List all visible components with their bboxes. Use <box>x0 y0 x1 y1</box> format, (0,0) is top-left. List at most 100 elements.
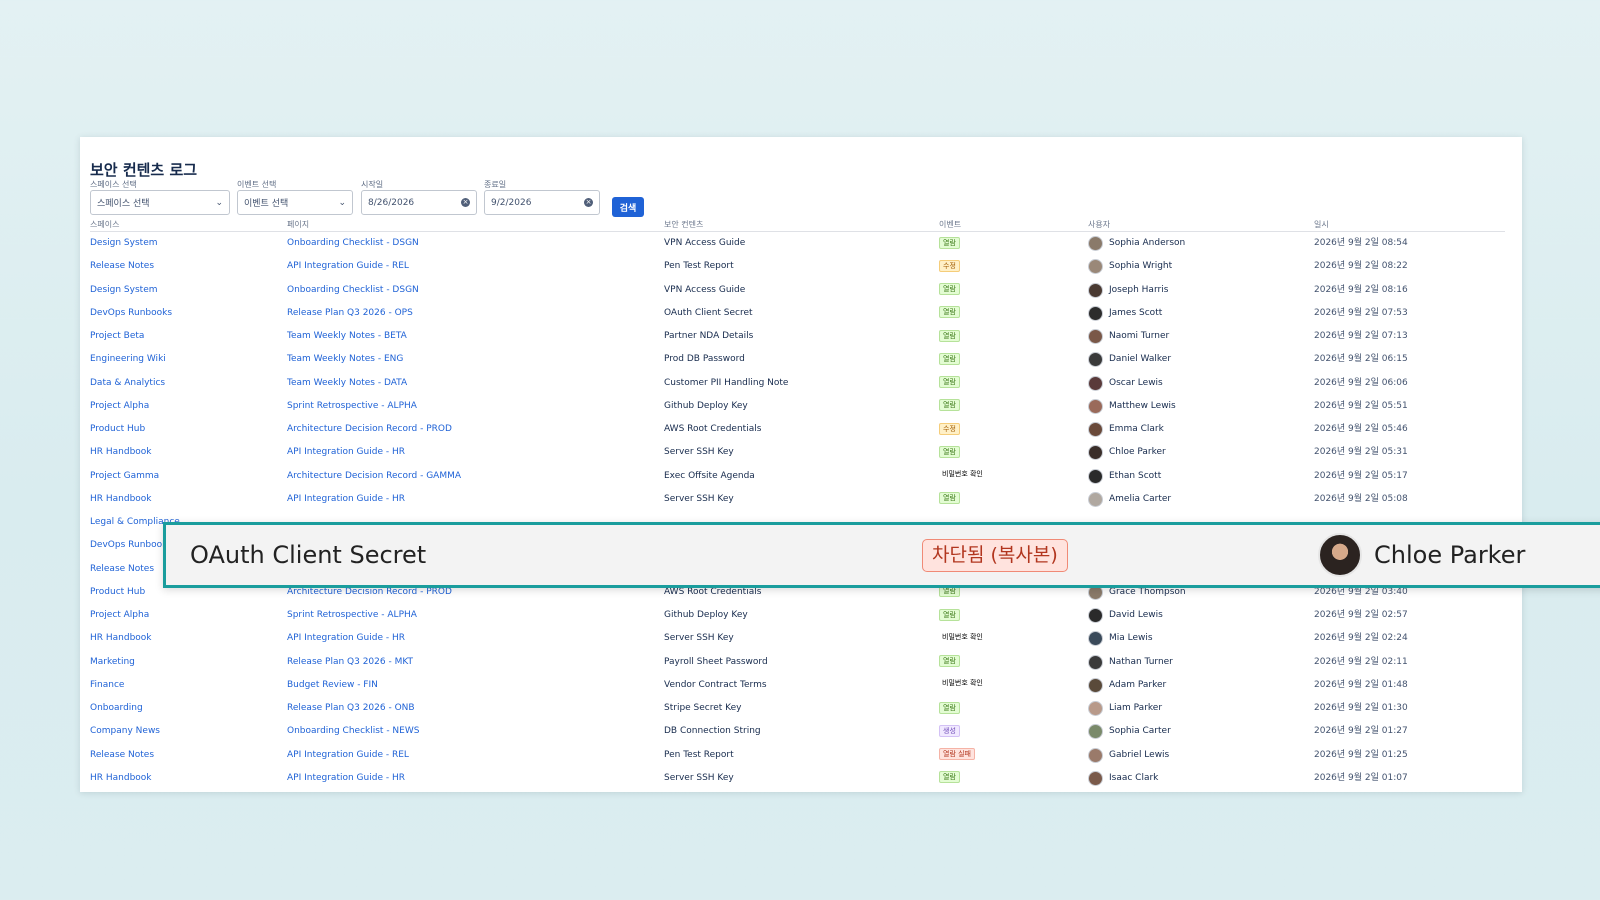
table-row[interactable]: Design System Onboarding Checklist - DSGN… <box>90 232 1505 255</box>
table-row[interactable]: HR Handbook API Integration Guide - HR Ser… <box>90 767 1505 790</box>
page-link[interactable]: Architecture Decision Record - GAMMA <box>287 465 461 488</box>
page-link[interactable]: Budget Review - FIN <box>287 674 378 697</box>
clear-icon[interactable]: × <box>584 198 593 207</box>
page-link[interactable]: Release Plan Q3 2026 - MKT <box>287 651 413 674</box>
table-row[interactable]: Release Notes API Integration Guide - REL… <box>90 744 1505 767</box>
clear-icon[interactable]: × <box>461 198 470 207</box>
page-link[interactable]: Release Plan Q3 2026 - ONB <box>287 697 415 720</box>
table-row[interactable]: Project Beta Team Weekly Notes - BETA Part… <box>90 325 1505 348</box>
content-name: Payroll Sheet Password <box>664 656 768 667</box>
column-header-event[interactable]: 이벤트 <box>939 219 961 230</box>
end-date-input[interactable]: 9/2/2026 × <box>484 190 600 215</box>
table-row[interactable]: Project Gamma Architecture Decision Recor… <box>90 465 1505 488</box>
avatar <box>1088 724 1103 740</box>
page-link[interactable]: API Integration Guide - HR <box>287 627 405 650</box>
table-row[interactable]: Project Alpha Sprint Retrospective - ALPH… <box>90 395 1505 418</box>
space-link[interactable]: HR Handbook <box>90 767 152 790</box>
event-badge: 열람 <box>939 283 960 295</box>
table-row[interactable]: HR Handbook API Integration Guide - HR Ser… <box>90 488 1505 511</box>
space-link[interactable]: Data & Analytics <box>90 372 165 395</box>
avatar <box>1088 468 1103 484</box>
space-link[interactable]: HR Handbook <box>90 488 152 511</box>
page-link[interactable]: API Integration Guide - REL <box>287 744 409 767</box>
space-link[interactable]: Design System <box>90 279 158 302</box>
space-link[interactable]: Product Hub <box>90 418 145 441</box>
space-link[interactable]: HR Handbook <box>90 627 152 650</box>
page-link[interactable]: Team Weekly Notes - DATA <box>287 372 407 395</box>
space-link[interactable]: Company News <box>90 720 160 743</box>
space-link[interactable]: Release Notes <box>90 255 154 278</box>
page-link[interactable]: API Integration Guide - REL <box>287 255 409 278</box>
table-row[interactable]: Data & Analytics Team Weekly Notes - DATA… <box>90 372 1505 395</box>
date-cell: 2026년 9월 2일 05:08 <box>1314 493 1408 504</box>
user-name: Gabriel Lewis <box>1109 749 1170 760</box>
user-name: Naomi Turner <box>1109 331 1170 341</box>
page-link[interactable]: Team Weekly Notes - ENG <box>287 348 403 371</box>
space-link[interactable]: Engineering Wiki <box>90 348 166 371</box>
space-link[interactable]: Marketing <box>90 651 135 674</box>
table-row[interactable]: DevOps Runbooks Release Plan Q3 2026 - OP… <box>90 302 1505 325</box>
page-link[interactable]: API Integration Guide - HR <box>287 767 405 790</box>
user-name: Matthew Lewis <box>1109 400 1176 411</box>
user-name: Ethan Scott <box>1109 470 1162 481</box>
column-header-user[interactable]: 사용자 <box>1088 219 1110 230</box>
page-link[interactable]: Team Weekly Notes - BETA <box>287 325 407 348</box>
space-link[interactable]: Project Beta <box>90 325 144 348</box>
page-link[interactable]: Onboarding Checklist - NEWS <box>287 720 419 743</box>
space-link[interactable]: Design System <box>90 232 158 255</box>
zoomed-user-avatar <box>1318 533 1362 577</box>
date-cell: 2026년 9월 2일 01:07 <box>1314 772 1408 783</box>
event-badge: 수정 <box>939 422 960 435</box>
start-date-input[interactable]: 8/26/2026 × <box>361 190 477 215</box>
space-select[interactable]: 스페이스 선택 ⌄ <box>90 190 230 215</box>
page-link[interactable]: Sprint Retrospective - ALPHA <box>287 395 417 418</box>
date-cell: 2026년 9월 2일 07:53 <box>1314 307 1408 318</box>
table-row[interactable]: HR Handbook API Integration Guide - HR Ser… <box>90 441 1505 464</box>
event-select[interactable]: 이벤트 선택 ⌄ <box>237 190 353 215</box>
space-link[interactable]: Project Alpha <box>90 604 149 627</box>
page-link[interactable]: Release Plan Q3 2026 - OPS <box>287 302 413 325</box>
space-link[interactable]: Project Alpha <box>90 395 149 418</box>
page-link[interactable]: API Integration Guide - HR <box>287 488 405 511</box>
table-row[interactable]: Finance Budget Review - FIN Vendor Contrac… <box>90 674 1505 697</box>
user-cell: Oscar Lewis <box>1088 372 1163 395</box>
page-link[interactable]: Sprint Retrospective - ALPHA <box>287 604 417 627</box>
column-header-page[interactable]: 페이지 <box>287 219 309 230</box>
table-row[interactable]: Design System Onboarding Checklist - DSGN… <box>90 279 1505 302</box>
table-row[interactable]: Release Notes API Integration Guide - REL… <box>90 255 1505 278</box>
table-row[interactable]: Product Hub Architecture Decision Record … <box>90 418 1505 441</box>
page-link[interactable]: Architecture Decision Record - PROD <box>287 418 452 441</box>
page-link[interactable]: Onboarding Checklist - DSGN <box>287 279 419 302</box>
search-button[interactable]: 검색 <box>612 197 644 217</box>
table-row[interactable]: Engineering Wiki Team Weekly Notes - ENG P… <box>90 348 1505 371</box>
start-date-filter: 시작일 8/26/2026 × <box>361 179 477 215</box>
event-badge: 비밀번호 확인 <box>942 632 983 641</box>
space-link[interactable]: Finance <box>90 674 124 697</box>
event-badge: 열람 <box>939 399 960 412</box>
table-row[interactable]: Onboarding Release Plan Q3 2026 - ONB Stri… <box>90 697 1505 720</box>
space-link[interactable]: HR Handbook <box>90 441 152 464</box>
avatar <box>1088 677 1103 693</box>
user-name: Oscar Lewis <box>1109 377 1163 388</box>
space-link[interactable]: DevOps Runbooks <box>90 534 172 557</box>
log-table: 스페이스 페이지 보안 컨텐츠 이벤트 사용자 일시 Design System… <box>90 217 1505 790</box>
user-cell: James Scott <box>1088 302 1162 325</box>
column-header-date[interactable]: 일시 <box>1314 219 1329 230</box>
table-row[interactable]: Marketing Release Plan Q3 2026 - MKT Payro… <box>90 651 1505 674</box>
space-link[interactable]: Release Notes <box>90 744 154 767</box>
table-row[interactable]: HR Handbook API Integration Guide - HR Ser… <box>90 627 1505 650</box>
page-link[interactable]: Onboarding Checklist - DSGN <box>287 232 419 255</box>
space-link[interactable]: DevOps Runbooks <box>90 302 172 325</box>
space-link[interactable]: Onboarding <box>90 697 143 720</box>
column-header-space[interactable]: 스페이스 <box>90 219 119 230</box>
space-link[interactable]: Project Gamma <box>90 465 159 488</box>
table-row[interactable]: Company News Onboarding Checklist - NEWS D… <box>90 720 1505 743</box>
event-cell: 비밀번호 확인 <box>939 627 986 650</box>
column-header-content[interactable]: 보안 컨텐츠 <box>664 219 703 230</box>
page-link[interactable]: API Integration Guide - HR <box>287 441 405 464</box>
space-link[interactable]: Release Notes <box>90 558 154 581</box>
table-row[interactable]: Project Alpha Sprint Retrospective - ALPH… <box>90 604 1505 627</box>
user-cell: Sophia Carter <box>1088 720 1171 743</box>
security-content-log-panel: 보안 컨텐츠 로그 스페이스 선택 스페이스 선택 ⌄ 이벤트 선택 이벤트 선… <box>80 137 1522 792</box>
space-link[interactable]: Product Hub <box>90 581 145 604</box>
